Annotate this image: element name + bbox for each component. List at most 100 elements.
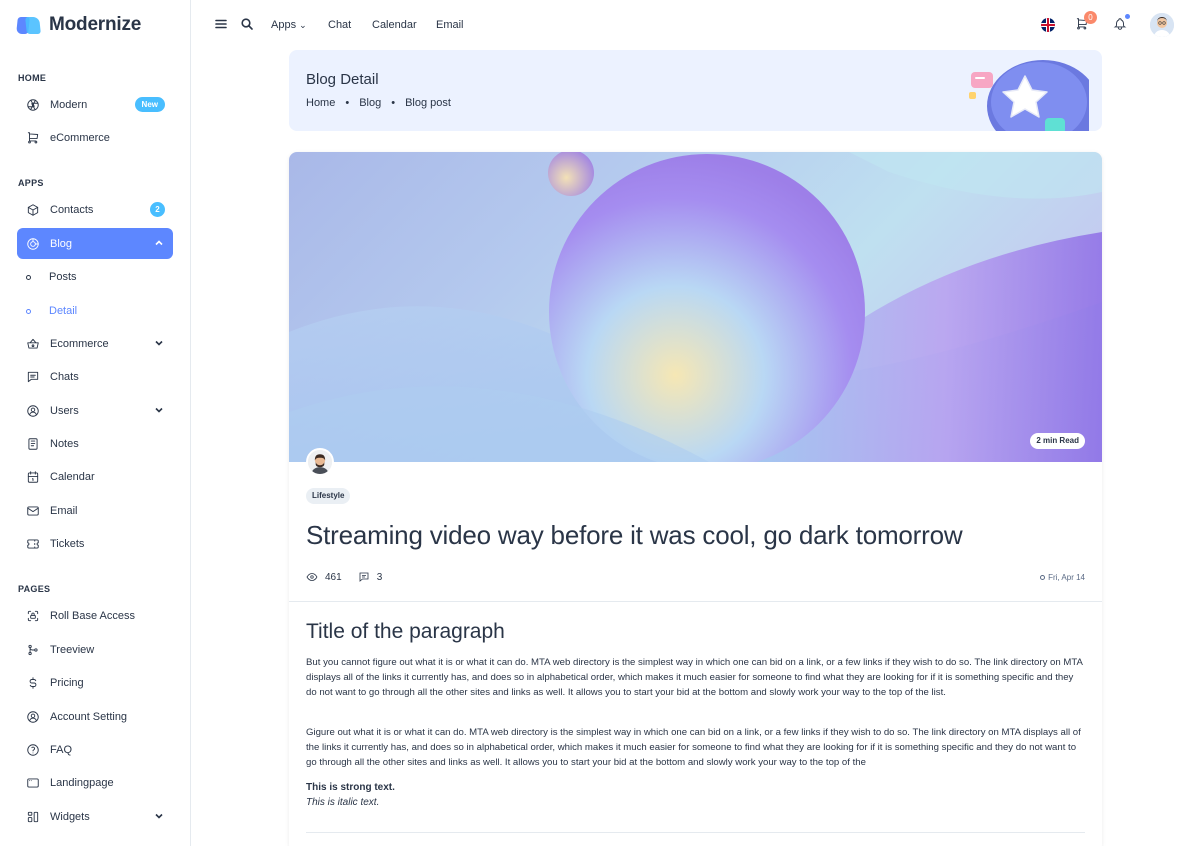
sidebar-item-blog[interactable]: Blog <box>17 228 173 259</box>
lock-access-icon <box>25 608 41 624</box>
count-badge: 2 <box>150 202 165 217</box>
sidebar-item-email[interactable]: Email <box>17 495 173 526</box>
breadcrumb-blog[interactable]: Blog <box>359 97 381 109</box>
sidebar-item-treeview[interactable]: Treeview <box>17 634 173 665</box>
sidebar-item-label: Pricing <box>50 676 84 689</box>
layout-icon <box>25 809 41 825</box>
mail-icon <box>25 503 41 519</box>
breadcrumb-card: Blog Detail Home • Blog • Blog post <box>289 50 1102 131</box>
bell-icon[interactable] <box>1113 17 1127 31</box>
sidebar-item-label: Calendar <box>50 470 95 483</box>
basket-icon <box>25 336 41 352</box>
app-logo[interactable]: Modernize <box>16 14 142 36</box>
aperture-icon <box>25 97 41 113</box>
post-title: Streaming video way before it was cool, … <box>306 520 963 550</box>
sidebar-item-label: Widgets <box>50 810 90 823</box>
sidebar-item-label: eCommerce <box>50 131 110 144</box>
notes-icon <box>25 436 41 452</box>
sidebar-item-label: Chats <box>50 370 79 383</box>
sidebar-item-faq[interactable]: FAQ <box>17 734 173 765</box>
post-date: Fri, Apr 14 <box>1040 573 1085 582</box>
ticket-icon <box>25 536 41 552</box>
sidebar-subitem-posts[interactable]: Posts <box>17 264 173 290</box>
sidebar-item-label: Users <box>50 404 79 417</box>
section-apps: APPS <box>18 178 44 188</box>
breadcrumb-home[interactable]: Home <box>306 97 335 109</box>
abstract-sphere-illustration <box>289 152 1102 462</box>
author-avatar[interactable] <box>306 448 334 476</box>
nav-link-chat[interactable]: Chat <box>328 19 351 31</box>
avatar-illustration <box>1150 13 1174 37</box>
sidebar-item-widgets[interactable]: Widgets <box>17 801 173 832</box>
cart-count-badge: 0 <box>1084 11 1097 24</box>
sidebar-item-label: Account Setting <box>50 710 128 723</box>
strong-text: This is strong text. <box>306 782 395 793</box>
currency-dollar-icon <box>25 675 41 691</box>
breadcrumb-separator: • <box>391 97 396 109</box>
calendar-icon <box>25 469 41 485</box>
new-badge: New <box>134 97 165 112</box>
nav-link-apps[interactable]: Apps ⌄ <box>271 19 307 31</box>
nav-link-calendar[interactable]: Calendar <box>372 19 417 31</box>
section-home: HOME <box>18 73 47 83</box>
sidebar-item-users[interactable]: Users <box>17 395 173 426</box>
sidebar-item-roll-base-access[interactable]: Roll Base Access <box>17 600 173 631</box>
notification-dot <box>1125 14 1130 19</box>
post-meta: 461 3 <box>306 571 382 583</box>
app-name: Modernize <box>49 14 142 35</box>
sidebar-item-label: Email <box>50 504 78 517</box>
hero-image <box>289 152 1102 462</box>
paragraph-2: Gigure out what it is or what it can do.… <box>306 727 1081 769</box>
sidebar-item-label: Notes <box>50 437 79 450</box>
sidebar-item-label: Roll Base Access <box>50 609 135 622</box>
view-count: 461 <box>325 571 342 583</box>
breadcrumb-separator: • <box>345 97 350 109</box>
sidebar-item-contacts[interactable]: Contacts 2 <box>17 194 173 225</box>
sidebar-item-label: Tickets <box>50 537 85 550</box>
star-illustration <box>969 60 1089 131</box>
app-window-icon <box>25 775 41 791</box>
paragraph-title: Title of the paragraph <box>306 620 505 643</box>
sidebar-item-notes[interactable]: Notes <box>17 428 173 459</box>
nav-link-email[interactable]: Email <box>436 19 464 31</box>
sidebar-item-chats[interactable]: Chats <box>17 361 173 392</box>
sidebar-item-label: Ecommerce <box>50 337 109 350</box>
menu-icon[interactable] <box>214 17 228 31</box>
sidebar-item-ecommerce[interactable]: eCommerce <box>17 122 173 153</box>
search-icon[interactable] <box>240 17 254 31</box>
divider <box>306 832 1085 833</box>
message-icon <box>359 572 369 582</box>
sidebar-item-label: Landingpage <box>50 776 114 789</box>
sidebar-item-label: FAQ <box>50 743 73 756</box>
sidebar-item-label: Treeview <box>50 643 95 656</box>
help-icon <box>25 742 41 758</box>
sidebar: Modernize HOME Modern New eCommerce APPS… <box>0 0 191 846</box>
sidebar-subitem-label: Detail <box>49 305 78 317</box>
sidebar-item-account-setting[interactable]: Account Setting <box>17 701 173 732</box>
sidebar-item-label: Modern <box>50 98 88 111</box>
category-tag[interactable]: Lifestyle <box>306 488 351 504</box>
sidebar-item-landingpage[interactable]: Landingpage <box>17 767 173 798</box>
paragraph-1: But you cannot figure out what it is or … <box>306 657 1083 699</box>
eye-icon <box>306 573 318 581</box>
read-time-badge: 2 min Read <box>1030 433 1085 449</box>
chevron-down-icon <box>154 811 164 821</box>
sidebar-subitem-detail[interactable]: Detail <box>17 298 173 324</box>
sidebar-item-calendar[interactable]: Calendar <box>17 461 173 492</box>
author-illustration <box>308 450 332 474</box>
user-avatar[interactable] <box>1150 13 1174 37</box>
message-icon <box>25 369 41 385</box>
sidebar-item-pricing[interactable]: Pricing <box>17 667 173 698</box>
sidebar-subitem-label: Posts <box>49 271 77 283</box>
top-header: Apps ⌄ Chat Calendar Email 0 <box>191 0 1200 50</box>
chevron-down-icon <box>154 338 164 348</box>
chart-donut-icon <box>25 236 41 252</box>
sidebar-item-modern[interactable]: Modern New <box>17 89 173 120</box>
uk-flag-icon[interactable] <box>1041 18 1055 32</box>
chevron-down-icon: ⌄ <box>299 20 307 30</box>
sidebar-item-tickets[interactable]: Tickets <box>17 528 173 559</box>
chevron-down-icon <box>154 405 164 415</box>
sidebar-item-ecommerce-app[interactable]: Ecommerce <box>17 328 173 359</box>
logo-icon <box>16 15 41 35</box>
circle-icon <box>26 308 31 314</box>
